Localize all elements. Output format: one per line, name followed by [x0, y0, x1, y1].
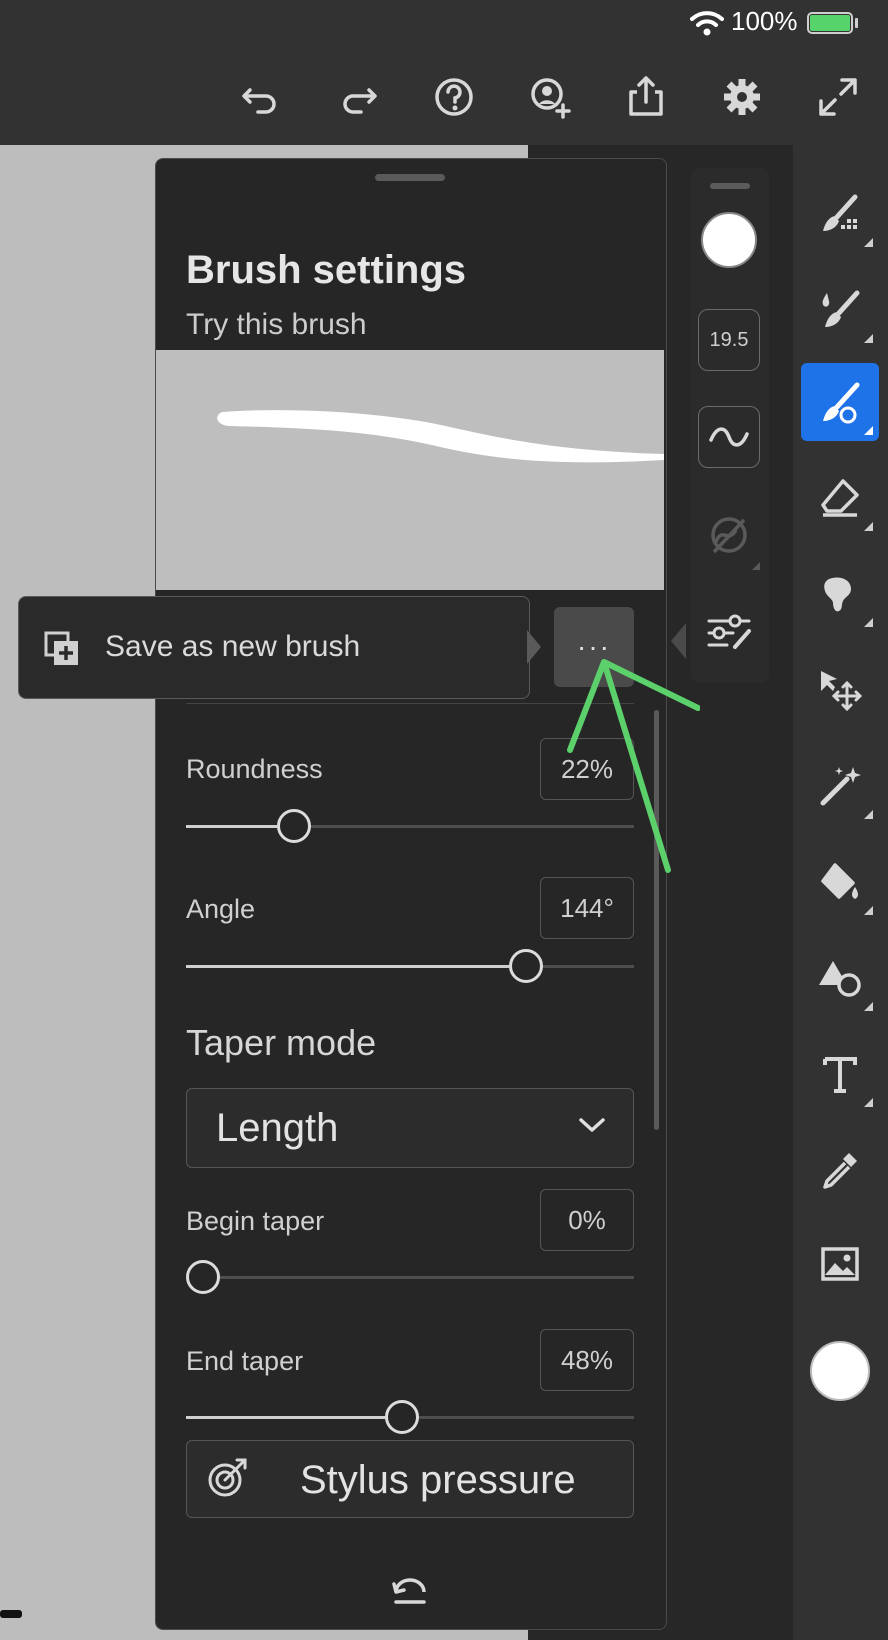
roundness-label: Roundness: [186, 754, 323, 784]
live-brush-icon: [822, 290, 860, 327]
battery-percent: 100%: [731, 6, 798, 36]
tool-brush-vector[interactable]: [801, 363, 879, 441]
panel-title: Brush settings: [186, 248, 467, 292]
brush-size-button[interactable]: 19.5: [698, 309, 760, 371]
taper-mode-value: Length: [216, 1106, 339, 1150]
smudge-icon: [824, 577, 851, 612]
tool-fill[interactable]: [801, 843, 879, 921]
eraser-icon: [821, 479, 859, 517]
smoothing-button[interactable]: [698, 406, 760, 468]
edge-marker: [0, 1610, 22, 1618]
add-user-icon[interactable]: [525, 72, 575, 122]
end-taper-slider-thumb[interactable]: [385, 1400, 419, 1434]
angle-value[interactable]: 144°: [540, 877, 634, 939]
end-taper-label: End taper: [186, 1346, 304, 1376]
battery-level: [810, 15, 850, 31]
paint-bucket-icon: [821, 863, 858, 899]
shape-icon: [819, 961, 861, 997]
undo-icon[interactable]: [236, 72, 286, 122]
battery-tip: [855, 18, 858, 28]
brush-preview-area[interactable]: [156, 350, 664, 590]
begin-taper-slider[interactable]: [186, 1260, 634, 1294]
tool-eraser[interactable]: [801, 459, 879, 537]
move-icon: [821, 671, 863, 712]
rail-handle[interactable]: [710, 183, 750, 189]
pixel-brush-icon: [823, 194, 858, 231]
panel-subtitle: Try this brush: [186, 308, 367, 341]
stylus-pressure-icon: [208, 1458, 247, 1497]
popover-arrow: [527, 630, 541, 664]
angle-slider[interactable]: [186, 949, 634, 983]
tool-text[interactable]: [801, 1035, 879, 1113]
end-taper-slider[interactable]: [186, 1400, 634, 1434]
wave-icon: [709, 427, 749, 447]
tool-magic-wand[interactable]: [801, 747, 879, 825]
roundness-slider-thumb[interactable]: [277, 809, 311, 843]
save-new-brush-icon[interactable]: [44, 631, 80, 667]
text-icon: [823, 1057, 857, 1093]
brush-settings-icon[interactable]: [705, 613, 753, 653]
brush-size-value: 19.5: [709, 328, 749, 351]
chevron-down-icon: [579, 1118, 605, 1132]
gear-icon[interactable]: [717, 72, 767, 122]
submenu-indicator: [752, 562, 760, 570]
brush-stroke-preview: [217, 410, 664, 463]
wifi-icon: [690, 11, 724, 36]
reset-icon[interactable]: [390, 1572, 430, 1606]
tool-image[interactable]: [801, 1225, 879, 1303]
annotation-arrow: [567, 659, 700, 873]
brush-color-button[interactable]: [701, 212, 757, 268]
help-icon[interactable]: [429, 72, 479, 122]
share-icon[interactable]: [621, 72, 671, 122]
eyedropper-icon: [823, 1153, 857, 1189]
redo-icon[interactable]: [333, 72, 383, 122]
color-swatch[interactable]: [810, 1341, 870, 1401]
tool-shape[interactable]: [801, 939, 879, 1017]
taper-mode-heading: Taper mode: [186, 1022, 377, 1063]
fullscreen-icon[interactable]: [813, 72, 863, 122]
pressure-disabled-icon[interactable]: [706, 512, 752, 558]
tool-brush-live[interactable]: [801, 271, 879, 349]
tool-move[interactable]: [801, 651, 879, 729]
angle-label: Angle: [186, 894, 256, 924]
panel-handle[interactable]: [375, 174, 445, 181]
end-taper-value[interactable]: 48%: [540, 1329, 634, 1391]
tool-smudge[interactable]: [801, 555, 879, 633]
begin-taper-value[interactable]: 0%: [540, 1189, 634, 1251]
vector-brush-icon: [823, 382, 860, 424]
stylus-pressure-label: Stylus pressure: [300, 1458, 576, 1502]
save-as-new-brush-label[interactable]: Save as new brush: [105, 630, 360, 664]
begin-taper-slider-thumb[interactable]: [186, 1260, 220, 1294]
magic-wand-icon: [820, 767, 861, 806]
begin-taper-label: Begin taper: [186, 1206, 325, 1236]
tool-brush-pixel[interactable]: [801, 175, 879, 253]
angle-slider-thumb[interactable]: [509, 949, 543, 983]
image-icon: [821, 1247, 859, 1281]
tool-eyedropper[interactable]: [801, 1131, 879, 1209]
